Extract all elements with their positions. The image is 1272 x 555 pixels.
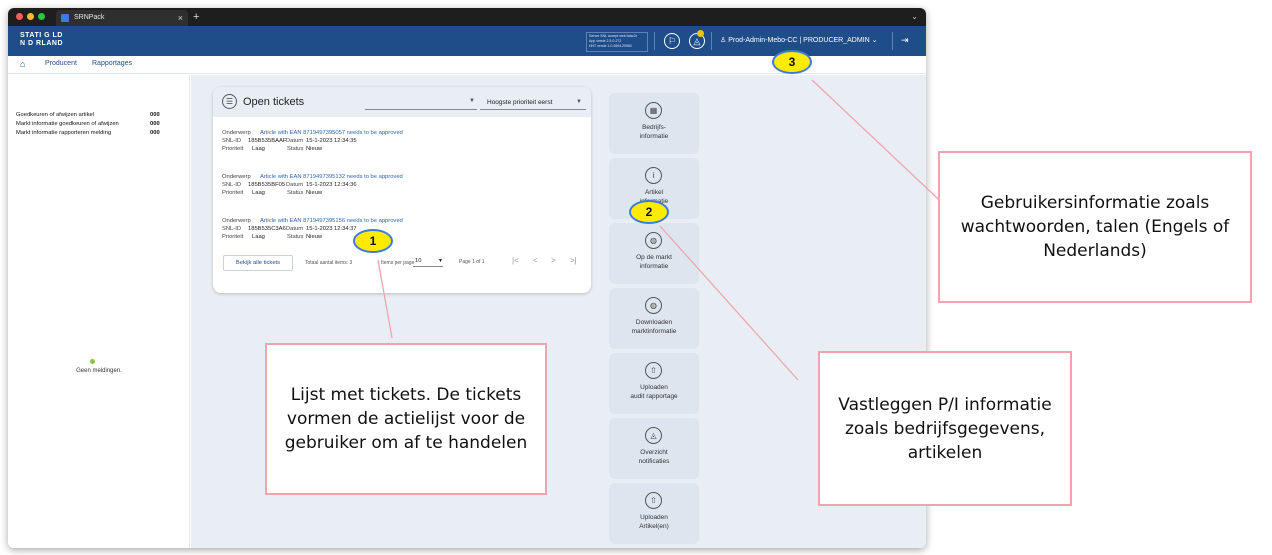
connector-line-1	[377, 259, 393, 339]
callout-user-info: Gebruikersinformatie zoals wachtwoorden,…	[938, 151, 1252, 303]
callout-tickets: Lijst met tickets. De tickets vormen de …	[265, 343, 547, 495]
marker-2: 2	[629, 200, 669, 224]
callout-text: Lijst met tickets. De tickets vormen de …	[284, 385, 528, 453]
connector-line-3	[811, 79, 953, 213]
marker-3: 3	[772, 50, 812, 74]
callout-text: Gebruikersinformatie zoals wachtwoorden,…	[960, 193, 1230, 261]
marker-1: 1	[353, 229, 393, 253]
callout-pi-info: Vastleggen P/I informatie zoals bedrijfs…	[818, 351, 1072, 506]
callout-text: Vastleggen P/I informatie zoals bedrijfs…	[838, 394, 1052, 463]
connector-line-2	[659, 225, 799, 381]
